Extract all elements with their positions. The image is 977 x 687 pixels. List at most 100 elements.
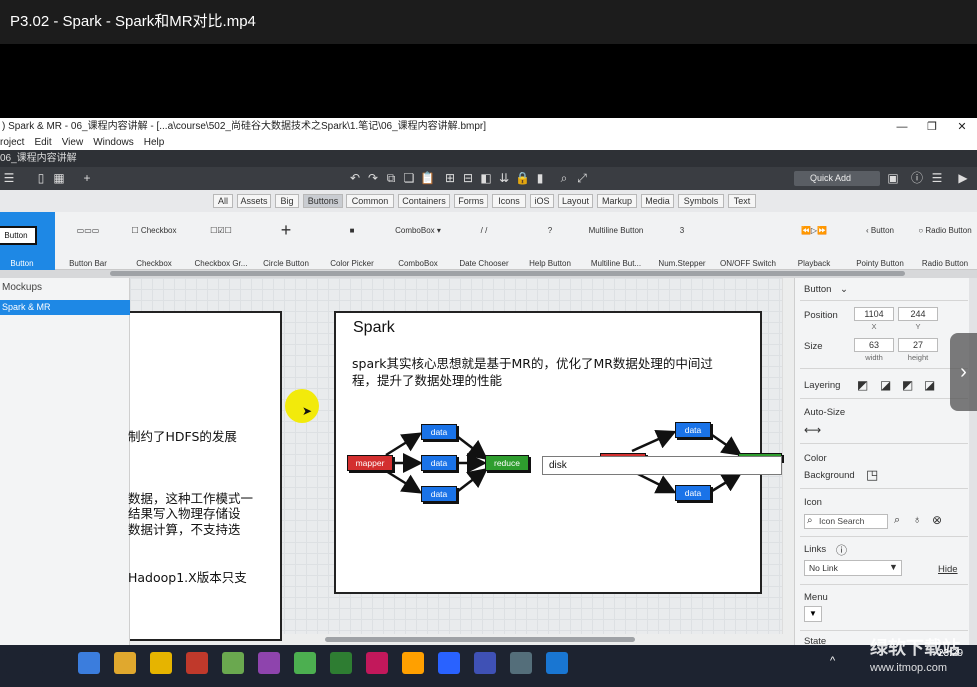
menu-view[interactable]: View [62,136,84,150]
disk-text-input[interactable]: disk [542,456,782,475]
filter-tab-text[interactable]: Text [728,194,756,208]
send-to-back-icon[interactable]: ◪ [924,378,935,392]
bring-forward-icon[interactable]: ◪ [880,378,891,392]
library-item-14[interactable]: ○ Radio Button Radio Button [912,212,977,270]
screen-icon[interactable]: ▣ [886,171,900,185]
data-box[interactable]: data [421,424,457,440]
filter-tab-ios[interactable]: iOS [530,194,554,208]
library-item-6[interactable]: ComboBox ▾ ComboBox [385,212,451,270]
filter-tab-big[interactable]: Big [275,194,299,208]
library-item-3[interactable]: ☐☑☐ Checkbox Gr... [188,212,254,270]
library-item-10[interactable]: 3 Num.Stepper [649,212,715,270]
align-icon[interactable]: ⇊ [497,171,511,185]
library-item-1[interactable]: ▭▭▭ Button Bar [55,212,121,270]
filter-tab-symbols[interactable]: Symbols [678,194,724,208]
library-item-12[interactable]: ⏪▷⏩ Playback [781,212,847,270]
library-item-13[interactable]: ‹ Button Pointy Button [847,212,913,270]
filter-tab-buttons[interactable]: Buttons [303,194,343,208]
canvas-scroll-thumb[interactable] [325,637,635,642]
help-icon[interactable]: ⓘ [836,542,847,558]
library-item-4[interactable]: + Circle Button [253,212,319,270]
menu-edit[interactable]: Edit [34,136,51,150]
search-icon[interactable]: ⌕ [557,171,571,185]
height-field[interactable]: 27 [898,338,938,352]
app-green-icon[interactable] [330,652,352,674]
explorer-icon[interactable] [114,652,136,674]
mockup-list-item[interactable]: Spark & MR [0,300,130,315]
icon-browse-icon[interactable]: ⌕ [894,514,900,527]
filter-tab-markup[interactable]: Markup [597,194,637,208]
tray-chevron-icon[interactable]: ^ [830,655,835,667]
hamburger-icon[interactable]: ☰ [2,171,16,185]
app-nv-icon[interactable] [222,652,244,674]
lock-icon[interactable]: 🔒 [515,171,530,185]
icon-color-icon[interactable]: ♁ [913,514,921,526]
background-color-swatch-icon[interactable]: ◳ [866,467,878,483]
app-p-icon[interactable] [474,652,496,674]
info-icon[interactable]: ⓘ [910,171,924,185]
app-work1-icon[interactable] [438,652,460,674]
library-item-9[interactable]: Multiline Button Multiline But... [583,212,649,270]
group-icon[interactable]: ⊞ [443,171,457,185]
library-item-2[interactable]: ☐ Checkbox Checkbox [121,212,187,270]
mf-icon[interactable] [150,652,172,674]
link-select[interactable]: No Link [804,560,902,576]
filter-tab-containers[interactable]: Containers [398,194,450,208]
document-tab[interactable]: 06_课程内容讲解 [0,150,977,167]
close-button[interactable]: ✕ [947,118,977,136]
restore-button[interactable]: ❐ [917,118,947,136]
quick-add-input[interactable]: Quick Add [794,171,880,186]
present-icon[interactable]: ▶ [956,171,970,185]
mapper-box[interactable]: mapper [347,455,393,471]
document-icon[interactable]: ☰ [930,171,944,185]
mockup-mr-rectangle[interactable] [130,311,282,641]
windows-icon[interactable] [6,652,28,674]
search-icon[interactable] [42,652,64,674]
app-swirl-icon[interactable] [186,652,208,674]
menu-help[interactable]: Help [144,136,165,150]
data-box[interactable]: data [675,422,711,438]
filter-tab-layout[interactable]: Layout [558,194,593,208]
filter-tab-media[interactable]: Media [641,194,674,208]
position-y-field[interactable]: 244 [898,307,938,321]
send-back-icon[interactable]: ◧ [479,171,493,185]
panel-toggle-icon[interactable]: ▯ [34,171,48,185]
data-box[interactable]: data [421,486,457,502]
autosize-icon[interactable]: ⟷ [804,423,821,437]
undo-icon[interactable]: ↶ [348,171,362,185]
app-ij-icon[interactable] [366,652,388,674]
minimize-button[interactable]: — [887,118,917,136]
app-work2-icon[interactable] [546,652,568,674]
icon-search-input[interactable]: Icon Search [804,514,888,529]
send-backward-icon[interactable]: ◩ [902,378,913,392]
chevron-down-icon[interactable]: ⌄ [840,284,848,295]
paste-icon[interactable]: 📋 [420,171,435,185]
duplicate-icon[interactable]: ⧉ [384,171,398,185]
copy-icon[interactable]: ❏ [402,171,416,185]
chrome-icon[interactable] [78,652,100,674]
menu-windows[interactable]: Windows [93,136,134,150]
library-item-7[interactable]: / / Date Chooser [451,212,517,270]
app-smile-icon[interactable] [510,652,532,674]
width-field[interactable]: 63 [854,338,894,352]
filter-tab-forms[interactable]: Forms [454,194,488,208]
add-icon[interactable]: + [80,171,94,185]
library-item-5[interactable]: ■ Color Picker [319,212,385,270]
grid-view-icon[interactable]: ▦ [52,171,66,185]
reduce-box[interactable]: reduce [485,455,529,471]
filter-tab-common[interactable]: Common [346,194,394,208]
data-box[interactable]: data [421,455,457,471]
ungroup-icon[interactable]: ⊟ [461,171,475,185]
library-item-0[interactable]: Button Button [0,212,55,270]
position-x-field[interactable]: 1104 [854,307,894,321]
unlock-icon[interactable]: ▮ [533,171,547,185]
library-item-11[interactable]: ON/OFF Switch [715,212,781,270]
library-scroll-thumb[interactable] [110,271,905,276]
app-folder-icon[interactable] [258,652,280,674]
filter-tab-all[interactable]: All [213,194,233,208]
app-img-icon[interactable] [294,652,316,674]
menu-dropdown-button[interactable]: ▼ [804,606,822,622]
filter-tab-assets[interactable]: Assets [237,194,271,208]
library-item-8[interactable]: ? Help Button [517,212,583,270]
menu-project[interactable]: roject [0,136,24,150]
